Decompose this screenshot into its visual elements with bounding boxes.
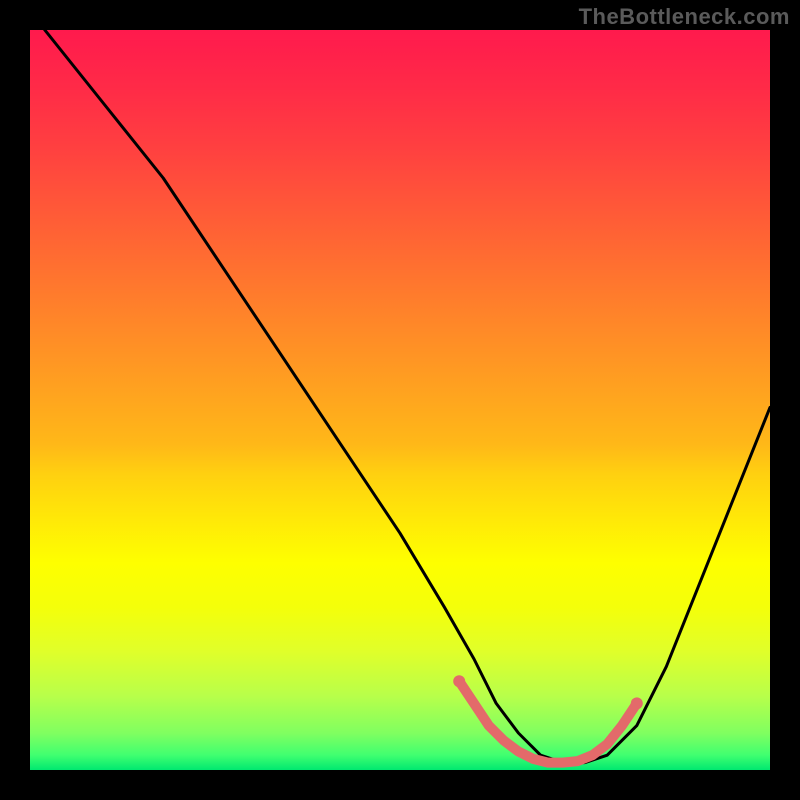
plot-area bbox=[30, 30, 770, 770]
highlight-dot-right bbox=[631, 697, 643, 709]
chart-frame: TheBottleneck.com bbox=[0, 0, 800, 800]
curve-layer bbox=[30, 30, 770, 770]
bottleneck-curve bbox=[45, 30, 770, 763]
watermark-text: TheBottleneck.com bbox=[579, 4, 790, 30]
highlight-dot-left bbox=[453, 675, 465, 687]
